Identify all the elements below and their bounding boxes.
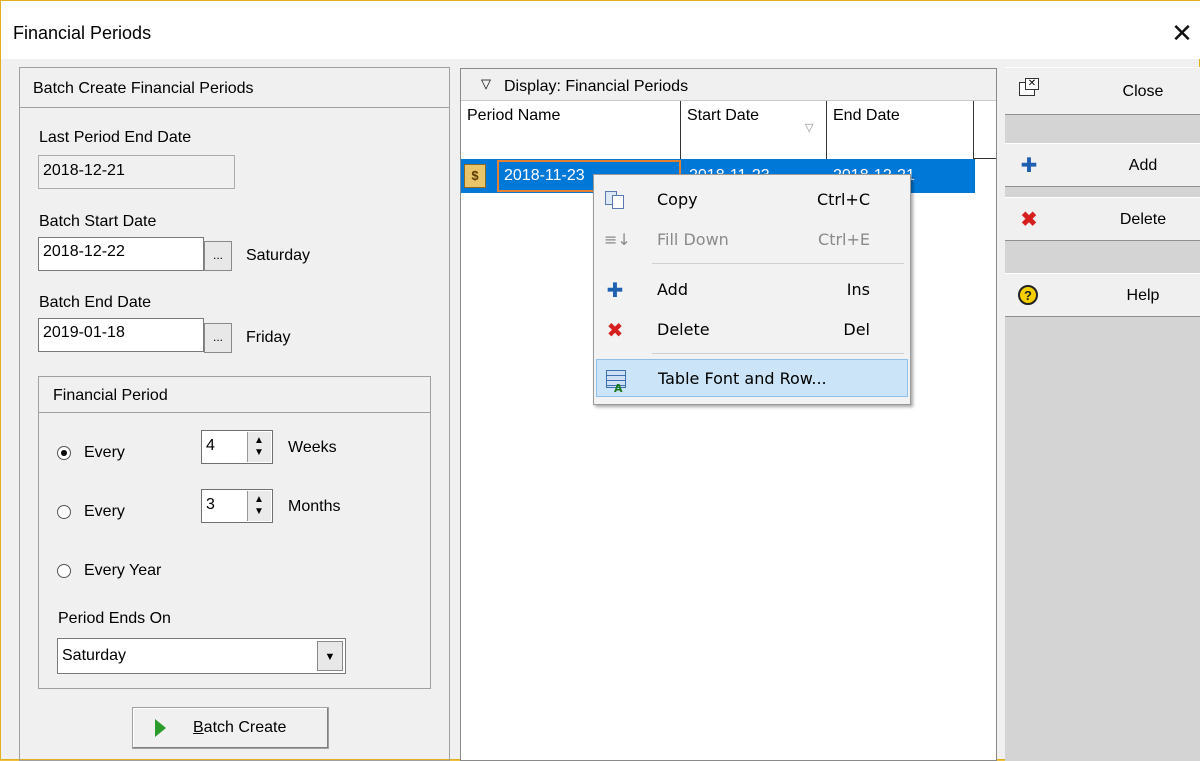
delete-button[interactable]: ✖ Delete	[1005, 197, 1200, 241]
delete-icon: ✖	[1020, 209, 1038, 231]
weeks-stepper-arrows[interactable]: ▲ ▼	[247, 432, 271, 462]
financial-period-header-bar: Financial Period	[39, 377, 430, 413]
period-ends-on-select[interactable]: Saturday ▼	[57, 638, 346, 674]
chevron-down-icon: ▼	[324, 651, 336, 663]
menu-item-delete[interactable]: ✖ Delete Del	[596, 311, 908, 349]
batch-end-day: Friday	[246, 329, 291, 346]
header-divider	[974, 158, 996, 159]
copy-icon	[604, 189, 626, 211]
menu-item-shortcut: Ctrl+E	[818, 230, 870, 249]
every-weeks-label: Every	[84, 444, 125, 461]
months-stepper[interactable]: 3 ▲ ▼	[201, 489, 273, 523]
every-months-label: Every	[84, 503, 125, 520]
menu-item-copy[interactable]: Copy Ctrl+C	[596, 181, 908, 219]
period-ends-on-value: Saturday	[62, 647, 127, 664]
batch-start-browse-button[interactable]: ...	[204, 241, 232, 271]
close-window-icon: ✕	[1017, 78, 1041, 102]
batch-end-field[interactable]: 2019-01-18	[38, 318, 204, 352]
stepper-up-icon[interactable]: ▲	[254, 495, 264, 505]
column-header-start-date[interactable]: Start Date ▽	[681, 101, 827, 159]
menu-item-label: Copy	[657, 190, 698, 209]
menu-item-shortcut: Del	[843, 320, 870, 339]
right-toolbar: ✕ Close ✚ Add ✖ Delete ? Help	[1005, 67, 1200, 761]
close-button-label: Close	[1122, 83, 1164, 100]
sort-indicator-icon: ▽	[805, 122, 814, 134]
every-year-radio[interactable]	[57, 564, 71, 578]
last-period-end-field: 2018-12-21	[38, 155, 235, 189]
stepper-down-icon[interactable]: ▼	[254, 507, 264, 517]
column-header-label: Period Name	[467, 107, 561, 124]
help-button-label: Help	[1126, 287, 1160, 304]
close-button[interactable]: ✕ Close	[1005, 67, 1200, 115]
batch-end-label: Batch End Date	[39, 294, 152, 311]
period-name-value: 2018-11-23	[504, 167, 585, 184]
delete-icon: ✖	[606, 318, 624, 342]
menu-item-label: Add	[657, 280, 688, 299]
title-bar: Financial Periods ✕	[1, 1, 1200, 59]
window-title: Financial Periods	[13, 23, 152, 43]
dropdown-button[interactable]: ▼	[317, 641, 343, 671]
batch-create-label-rest: atch Create	[203, 719, 287, 736]
column-header-label: Start Date	[687, 107, 760, 124]
batch-create-accelerator: B	[193, 719, 204, 736]
add-button-label: Add	[1128, 157, 1158, 174]
stepper-up-icon[interactable]: ▲	[254, 436, 264, 446]
financial-period-header: Financial Period	[53, 387, 168, 404]
every-weeks-radio[interactable]	[57, 446, 71, 460]
column-header-label: End Date	[833, 107, 900, 124]
menu-item-shortcut: Ins	[846, 280, 870, 299]
menu-item-label: Table Font and Row...	[658, 369, 827, 388]
window-close-button[interactable]: ✕	[1164, 15, 1200, 51]
batch-create-button[interactable]: Batch Create	[132, 707, 329, 749]
last-period-end-label: Last Period End Date	[39, 129, 192, 146]
add-icon: ✚	[606, 278, 624, 302]
help-icon: ?	[1017, 284, 1041, 308]
period-ends-on-label: Period Ends On	[58, 610, 171, 627]
menu-item-label: Delete	[657, 320, 710, 339]
batch-start-day: Saturday	[246, 247, 311, 264]
weeks-stepper[interactable]: 4 ▲ ▼	[201, 430, 273, 464]
help-button[interactable]: ? Help	[1005, 273, 1200, 317]
menu-item-label: Fill Down	[657, 230, 729, 249]
display-chevron-icon: ▽	[481, 76, 491, 91]
months-stepper-value: 3	[206, 496, 215, 513]
weeks-label: Weeks	[288, 439, 337, 456]
batch-create-header-bar: Batch Create Financial Periods	[20, 68, 449, 108]
menu-separator	[652, 263, 904, 264]
play-icon	[155, 719, 166, 737]
menu-item-table-font[interactable]: A Table Font and Row...	[596, 359, 908, 397]
menu-item-add[interactable]: ✚ Add Ins	[596, 271, 908, 309]
batch-end-browse-button[interactable]: ...	[204, 323, 232, 353]
menu-item-fill-down[interactable]: ≡↓ Fill Down Ctrl+E	[596, 221, 908, 259]
months-label: Months	[288, 498, 341, 515]
column-header-period-name[interactable]: Period Name	[461, 101, 681, 159]
context-menu: Copy Ctrl+C ≡↓ Fill Down Ctrl+E ✚ Add In…	[593, 174, 911, 405]
table-font-icon: A	[605, 368, 627, 395]
add-icon: ✚	[1020, 155, 1038, 177]
menu-separator	[652, 353, 904, 354]
financial-periods-window: Financial Periods ✕ Batch Create Financi…	[0, 0, 1200, 761]
display-label: Display: Financial Periods	[504, 78, 689, 95]
batch-create-header: Batch Create Financial Periods	[33, 80, 254, 97]
display-bar[interactable]: ▽ Display: Financial Periods	[461, 69, 996, 101]
batch-create-label: Batch Create	[193, 719, 286, 737]
months-stepper-arrows[interactable]: ▲ ▼	[247, 491, 271, 521]
every-year-label: Every Year	[84, 562, 162, 579]
fill-down-icon: ≡↓	[604, 230, 631, 249]
weeks-stepper-value: 4	[206, 437, 215, 454]
add-button[interactable]: ✚ Add	[1005, 143, 1200, 187]
batch-start-label: Batch Start Date	[39, 213, 157, 230]
delete-button-label: Delete	[1119, 211, 1167, 228]
menu-item-shortcut: Ctrl+C	[816, 190, 870, 209]
batch-start-field[interactable]: 2018-12-22	[38, 237, 204, 271]
column-header-end-date[interactable]: End Date	[827, 101, 974, 159]
every-months-radio[interactable]	[57, 505, 71, 519]
stepper-down-icon[interactable]: ▼	[254, 448, 264, 458]
period-icon: $	[464, 164, 486, 188]
